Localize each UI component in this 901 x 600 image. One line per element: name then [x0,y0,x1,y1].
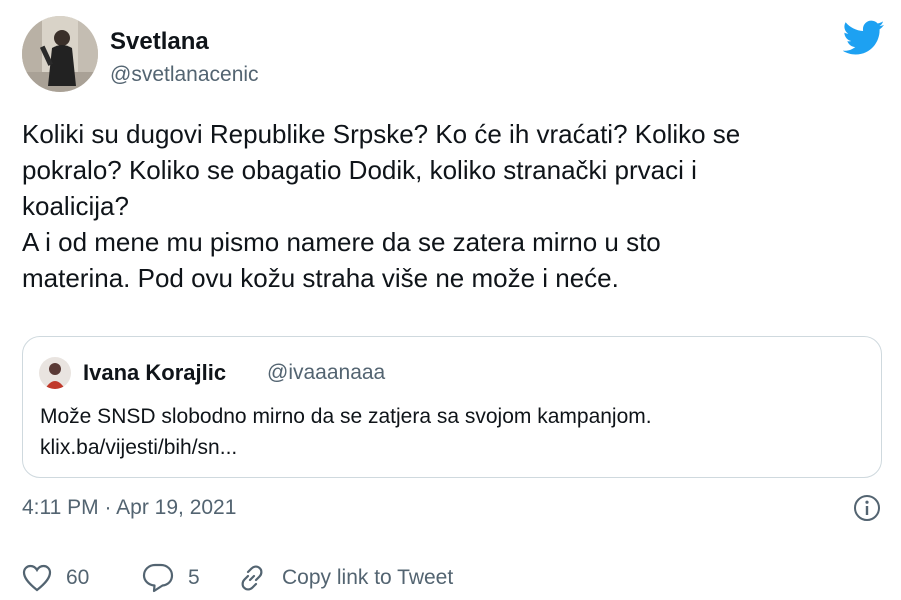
author-name[interactable]: Svetlana [110,28,209,56]
like-count: 60 [66,566,90,589]
author-avatar[interactable] [22,16,98,92]
link-icon [236,562,268,594]
action-bar: 60 5 Copy link to Tweet [22,560,882,596]
reply-count: 5 [188,566,200,589]
like-button[interactable]: 60 [22,560,89,596]
quoted-tweet[interactable]: Ivana Korajlic @ivaaanaaa Može SNSD slob… [22,336,882,478]
author-handle[interactable]: @svetlanacenic [110,62,259,88]
copy-link-button[interactable]: Copy link to Tweet [236,560,453,596]
quoted-author-avatar[interactable] [39,357,71,389]
quoted-author-name[interactable]: Ivana Korajlic [83,359,226,387]
copy-link-label: Copy link to Tweet [282,566,454,589]
twitter-bird-icon[interactable] [842,20,885,56]
quoted-author-handle[interactable]: @ivaaanaaa [267,359,385,387]
info-icon[interactable] [853,494,881,522]
heart-icon [22,564,52,592]
reply-bubble-icon [142,563,174,593]
reply-button[interactable]: 5 [142,560,200,596]
tweet-timestamp[interactable]: 4:11 PM · Apr 19, 2021 [22,494,236,522]
tweet-text: Koliki su dugovi Republike Srpske? Ko će… [22,119,741,293]
tweet-card: Svetlana @svetlanacenic Koliki su dugovi… [0,0,901,600]
quoted-tweet-text: Može SNSD slobodno mirno da se zatjera s… [40,405,652,459]
